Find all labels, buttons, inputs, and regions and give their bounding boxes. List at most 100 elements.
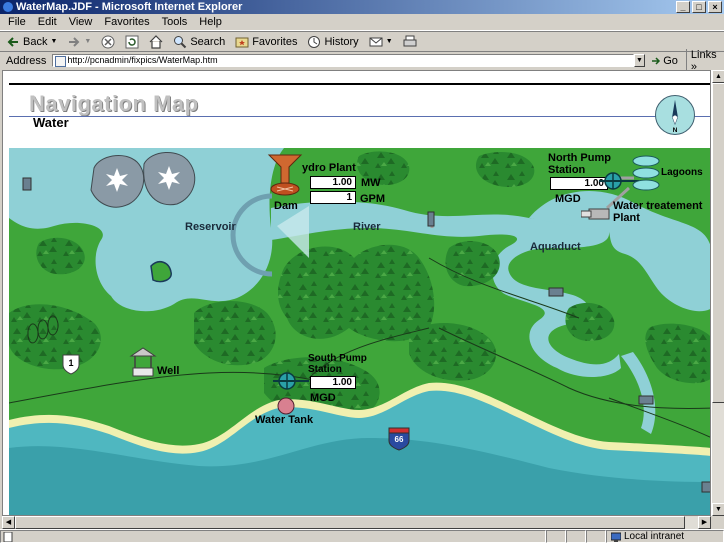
pipe-valve-3 [638,395,654,405]
search-label: Search [190,35,226,48]
lagoons-label: Lagoons [661,167,703,178]
south-pump-station-label: South Pump Station [308,353,367,375]
mail-icon [369,37,383,46]
scroll-up-icon[interactable]: ▲ [712,70,724,83]
address-input[interactable]: http://pcnadmin/fixpics/WaterMap.htm [52,54,634,67]
status-bar: Local intranet [0,529,724,543]
north-pump-unit: MGD [555,193,581,205]
route-66-number: 66 [395,435,404,444]
forward-button[interactable]: ▼ [67,35,91,49]
south-pump-unit: MGD [310,392,336,404]
scroll-left-icon[interactable]: ◀ [2,516,15,529]
history-button[interactable]: History [307,35,359,49]
route-1-shield-icon: 1 [62,354,80,375]
back-dropdown-icon[interactable]: ▼ [50,38,57,45]
header-divider [9,116,710,117]
compass-icon: N [655,95,695,135]
status-cell-3 [586,530,606,543]
menu-view[interactable]: View [69,16,93,28]
water-tank-label: Water Tank [255,414,314,426]
pipe-valve-1 [427,211,435,227]
favorites-folder-icon [235,37,249,47]
hydro-plant-label: ydro Plant [302,162,356,174]
water-tank-icon[interactable] [277,397,295,415]
title-bar: WaterMap.JDF - Microsoft Internet Explor… [0,0,724,14]
hydro-plant-icon[interactable] [267,153,303,197]
go-arrow-icon [652,56,661,65]
maximize-button[interactable]: □ [692,1,706,13]
forward-arrow-icon [69,36,80,47]
address-dropdown-icon[interactable]: ▼ [633,54,646,67]
status-message [0,530,546,543]
horizontal-scroll-thumb[interactable] [15,516,685,529]
zone-label: Local intranet [624,531,685,542]
favorites-label: Favorites [252,35,298,48]
close-button[interactable]: × [708,1,722,13]
island [150,261,172,283]
river-label: River [353,221,381,233]
pipe-valve-4 [701,481,710,493]
search-button[interactable]: Search [173,35,225,49]
back-arrow-icon [7,36,18,47]
history-icon [308,35,321,48]
pipe-valve-2 [548,287,564,297]
page-title: Navigation Map [29,91,199,116]
address-bar: Address http://pcnadmin/fixpics/WaterMap… [0,48,724,73]
route-66-shield-icon: 66 [388,427,410,451]
stop-button[interactable] [101,35,115,49]
address-label: Address [6,54,47,67]
pipe-valve-5 [22,177,32,191]
dam-label: Dam [274,200,298,212]
favorites-button[interactable]: Favorites [235,35,297,49]
mail-button[interactable]: ▼ [369,35,393,49]
menu-edit[interactable]: Edit [38,16,57,28]
horizontal-scrollbar[interactable]: ◀ ▶ [2,516,711,529]
page-icon [3,532,13,542]
back-label: Back [23,35,48,48]
mail-dropdown-icon[interactable]: ▼ [386,38,393,45]
route-1-number: 1 [68,358,73,368]
security-zone: Local intranet [606,530,724,543]
hydro-gpm-unit: GPM [360,193,386,205]
print-button[interactable] [403,35,417,49]
page-content: Navigation Map Water N ydro Plant 1.00 M… [2,70,711,516]
menu-tools[interactable]: Tools [162,16,188,28]
status-cell-2 [566,530,586,543]
refresh-button[interactable] [125,35,139,49]
ie-logo-icon [3,2,13,13]
compass-letter: N [673,127,678,134]
go-label: Go [663,54,678,67]
scroll-down-icon[interactable]: ▼ [712,503,724,516]
menu-file[interactable]: File [8,16,26,28]
vertical-scroll-thumb[interactable] [712,83,724,403]
toolbar: Back ▼ ▼ Search Favorites History ▼ [0,31,724,52]
search-icon [174,35,187,48]
south-pump-icon[interactable] [273,371,309,391]
well-label: Well [157,365,180,377]
history-label: History [324,35,359,48]
hydro-mw-unit: MW [361,177,381,189]
status-cell-1 [546,530,566,543]
minimize-button[interactable]: _ [676,1,690,13]
print-icon [403,35,417,46]
hydro-mw-value[interactable]: 1.00 [310,176,356,189]
home-button[interactable] [149,34,163,49]
links-button[interactable]: Links » [685,48,724,73]
home-icon [149,34,163,49]
well-icon[interactable] [129,346,157,378]
header-top-rule [9,83,710,85]
water-treatment-icon[interactable] [581,207,611,221]
window-title: WaterMap.JDF - Microsoft Internet Explor… [16,1,243,13]
back-button[interactable]: Back ▼ [6,35,57,49]
vertical-scrollbar[interactable]: ▲ ▼ [711,70,724,516]
water-treatment-label: Water treatement Plant [613,200,703,224]
go-button[interactable]: Go [651,55,678,67]
stop-icon [101,35,115,48]
menu-help[interactable]: Help [199,16,222,28]
scroll-right-icon[interactable]: ▶ [698,516,711,529]
hydro-gpm-value[interactable]: 1 [310,191,356,204]
menu-favorites[interactable]: Favorites [104,16,149,28]
reservoir-label: Reservoir [185,221,236,233]
forward-dropdown-icon[interactable]: ▼ [84,38,91,45]
south-pump-value[interactable]: 1.00 [310,376,356,389]
